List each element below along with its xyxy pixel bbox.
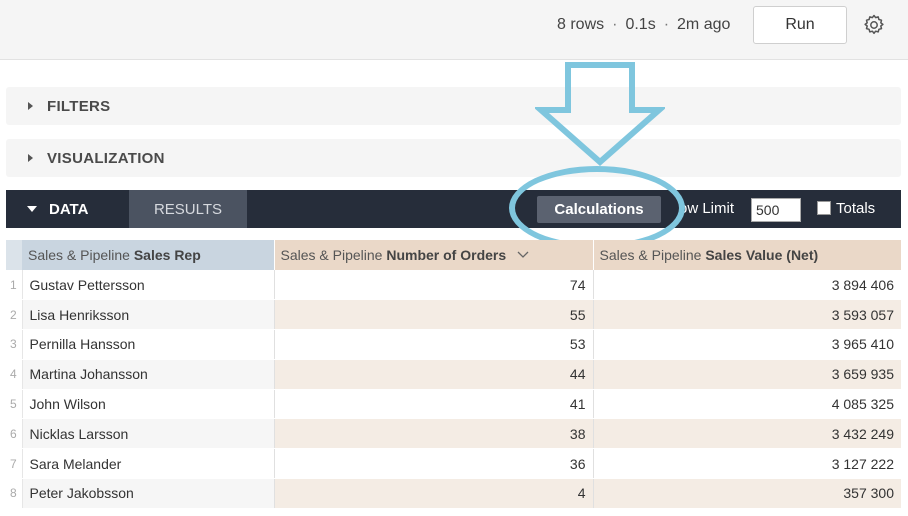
row-number: 6 — [6, 418, 23, 450]
orders-cell: 4 — [273, 478, 593, 509]
table-row: 4 Martina Johansson 44 3 659 935 — [6, 359, 901, 390]
sales-value-cell: 3 127 222 — [592, 448, 901, 480]
orders-cell: 44 — [273, 359, 593, 390]
gear-icon[interactable] — [862, 13, 886, 37]
sales-value-cell: 3 894 406 — [592, 270, 901, 301]
sales-rep-cell: Pernilla Hansson — [22, 329, 274, 360]
filters-label: FILTERS — [47, 97, 111, 115]
orders-cell: 53 — [273, 329, 593, 360]
query-toolbar: 8 rows · 0.1s · 2m ago Run — [0, 0, 908, 60]
sales-value-cell: 3 432 249 — [592, 418, 901, 450]
sales-value-cell: 4 085 325 — [592, 389, 901, 420]
sales-value-cell: 3 965 410 — [592, 329, 901, 360]
row-number: 8 — [6, 478, 23, 509]
row-number: 7 — [6, 448, 23, 480]
tab-data[interactable]: DATA — [6, 190, 129, 228]
sales-rep-cell: Lisa Henriksson — [22, 299, 274, 331]
meta-separator: · — [663, 16, 670, 33]
caret-right-icon — [28, 102, 33, 110]
run-time: 0.1s — [625, 16, 656, 33]
sales-rep-cell: Nicklas Larsson — [22, 418, 274, 450]
row-number: 1 — [6, 270, 23, 301]
row-number: 4 — [6, 359, 23, 390]
sales-rep-cell: Martina Johansson — [22, 359, 274, 390]
column-prefix: Sales & Pipeline — [28, 247, 134, 263]
meta-separator: · — [612, 16, 618, 33]
visualization-label: VISUALIZATION — [47, 149, 165, 167]
row-count: 8 rows — [557, 16, 605, 33]
sales-value-cell: 3 593 057 — [592, 299, 901, 331]
row-number: 5 — [6, 389, 23, 420]
column-header-number-of-orders[interactable]: Sales & Pipeline Number of Orders — [273, 240, 593, 270]
column-prefix: Sales & Pipeline — [599, 247, 706, 263]
orders-cell: 74 — [273, 270, 593, 301]
data-toolbar: DATA RESULTS Calculations ow Limit Total… — [6, 190, 901, 228]
table-row: 3 Pernilla Hansson 53 3 965 410 — [6, 329, 901, 360]
table-header-row: Sales & Pipeline Sales Rep Sales & Pipel… — [6, 240, 901, 270]
orders-cell: 38 — [273, 418, 593, 450]
query-meta: 8 rows · 0.1s · 2m ago — [557, 14, 730, 36]
column-name: Sales Rep — [133, 247, 201, 263]
row-limit-label: ow Limit — [679, 200, 735, 217]
totals-label: Totals — [836, 200, 876, 217]
visualization-section[interactable]: VISUALIZATION — [6, 139, 901, 177]
orders-cell: 41 — [273, 389, 593, 420]
orders-cell: 36 — [273, 448, 593, 480]
run-button[interactable]: Run — [753, 6, 847, 44]
tab-data-label: DATA — [49, 200, 89, 218]
chevron-down-icon[interactable] — [516, 250, 530, 260]
column-prefix: Sales & Pipeline — [280, 247, 387, 263]
table-row: 2 Lisa Henriksson 55 3 593 057 — [6, 299, 901, 331]
row-number-header — [6, 240, 22, 270]
calculations-button[interactable]: Calculations — [537, 196, 661, 223]
table-row: 5 John Wilson 41 4 085 325 — [6, 389, 901, 420]
sales-value-cell: 357 300 — [592, 478, 901, 509]
sales-rep-cell: John Wilson — [22, 389, 274, 420]
results-table: Sales & Pipeline Sales Rep Sales & Pipel… — [6, 240, 901, 509]
column-name: Number of Orders — [386, 247, 507, 263]
sales-rep-cell: Sara Melander — [22, 448, 274, 480]
row-limit-input[interactable] — [751, 198, 801, 222]
tab-results[interactable]: RESULTS — [129, 190, 247, 228]
table-row: 1 Gustav Pettersson 74 3 894 406 — [6, 270, 901, 301]
sales-rep-cell: Peter Jakobsson — [22, 478, 274, 509]
sales-rep-cell: Gustav Pettersson — [22, 270, 274, 301]
caret-right-icon — [28, 154, 33, 162]
column-name: Sales Value (Net) — [705, 247, 819, 263]
sales-value-cell: 3 659 935 — [592, 359, 901, 390]
row-number: 3 — [6, 329, 23, 360]
orders-cell: 55 — [273, 299, 593, 331]
column-header-sales-rep[interactable]: Sales & Pipeline Sales Rep — [22, 240, 274, 270]
row-number: 2 — [6, 299, 23, 331]
table-row: 6 Nicklas Larsson 38 3 432 249 — [6, 418, 901, 450]
filters-section[interactable]: FILTERS — [6, 87, 901, 125]
column-header-sales-value[interactable]: Sales & Pipeline Sales Value (Net) — [592, 240, 901, 270]
totals-checkbox[interactable] — [817, 201, 831, 215]
caret-down-icon — [27, 206, 37, 212]
table-row: 7 Sara Melander 36 3 127 222 — [6, 448, 901, 480]
table-row: 8 Peter Jakobsson 4 357 300 — [6, 478, 901, 509]
last-run: 2m ago — [677, 16, 731, 33]
